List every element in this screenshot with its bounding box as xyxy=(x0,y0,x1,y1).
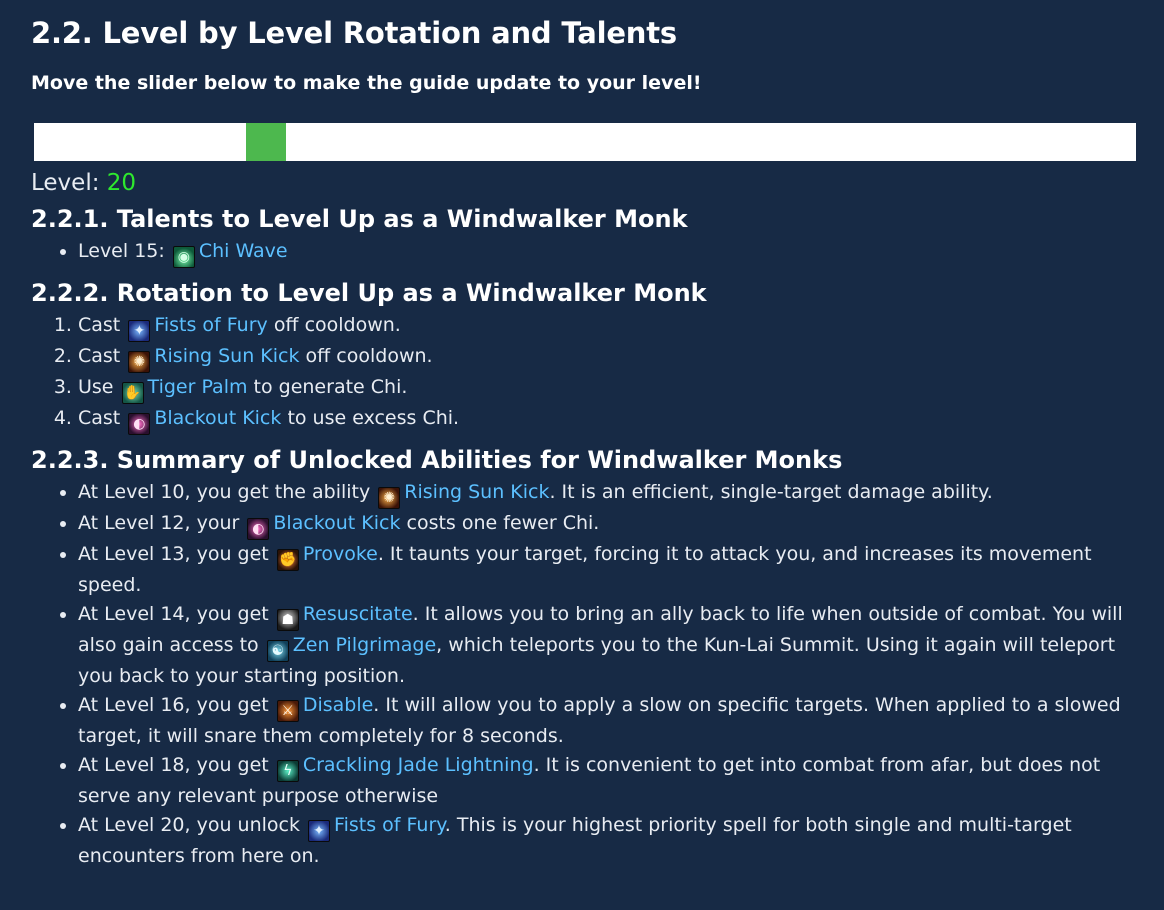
fists-of-fury-link[interactable]: Fists of Fury xyxy=(334,814,445,836)
fists-of-fury-link[interactable]: Fists of Fury xyxy=(154,314,267,336)
list-item: Use ✋Tiger Palm to generate Chi. xyxy=(78,373,1136,404)
item-text: At Level 18, you get xyxy=(78,754,269,776)
step-text: to use excess Chi. xyxy=(287,407,460,429)
item-text: At Level 13, you get xyxy=(78,543,269,565)
summary-list: At Level 10, you get the ability ✺Rising… xyxy=(31,478,1136,871)
step-text: to generate Chi. xyxy=(253,376,408,398)
talent-level-label: Level 15: xyxy=(78,240,165,262)
rising-sun-kick-link[interactable]: Rising Sun Kick xyxy=(404,481,549,503)
list-item: At Level 13, you get ✊Provoke. It taunts… xyxy=(78,540,1136,600)
item-text: At Level 12, your xyxy=(78,512,240,534)
rising-sun-kick-icon: ✺ xyxy=(128,351,151,373)
zen-pilgrimage-link[interactable]: Zen Pilgrimage xyxy=(293,634,436,656)
list-item: Cast ◐Blackout Kick to use excess Chi. xyxy=(78,404,1136,435)
fists-of-fury-icon: ✦ xyxy=(308,820,331,842)
resuscitate-icon: ☗ xyxy=(276,609,299,631)
chi-wave-icon: ◉ xyxy=(172,246,195,268)
rotation-list: Cast ✦Fists of Fury off cooldown. Cast ✺… xyxy=(31,311,1136,435)
list-item: At Level 16, you get ⚔Disable. It will a… xyxy=(78,691,1136,751)
chi-wave-link[interactable]: Chi Wave xyxy=(199,240,288,262)
guide-section: 2.2. Level by Level Rotation and Talents… xyxy=(0,0,1164,871)
provoke-icon: ✊ xyxy=(276,549,299,571)
tiger-palm-icon: ✋ xyxy=(121,382,144,404)
step-verb: Use xyxy=(78,376,114,398)
crackling-jade-lightning-link[interactable]: Crackling Jade Lightning xyxy=(303,754,534,776)
list-item: At Level 10, you get the ability ✺Rising… xyxy=(78,478,1136,509)
blackout-kick-icon: ◐ xyxy=(247,518,270,540)
level-label: Level: xyxy=(31,170,100,196)
crackling-jade-lightning-icon: ϟ xyxy=(276,760,299,782)
list-item: At Level 12, your ◐Blackout Kick costs o… xyxy=(78,509,1136,540)
step-text: off cooldown. xyxy=(273,314,401,336)
talents-list: Level 15: ◉Chi Wave xyxy=(31,237,1136,268)
resuscitate-link[interactable]: Resuscitate xyxy=(303,603,413,625)
step-verb: Cast xyxy=(78,345,121,367)
list-item: Cast ✺Rising Sun Kick off cooldown. xyxy=(78,342,1136,373)
list-item: Cast ✦Fists of Fury off cooldown. xyxy=(78,311,1136,342)
step-verb: Cast xyxy=(78,407,121,429)
blackout-kick-link[interactable]: Blackout Kick xyxy=(154,407,281,429)
item-text: . It is an efficient, single-target dama… xyxy=(549,481,993,503)
rotation-heading: 2.2.2. Rotation to Level Up as a Windwal… xyxy=(31,279,707,307)
list-item: Level 15: ◉Chi Wave xyxy=(78,237,1136,268)
item-text: At Level 14, you get xyxy=(78,603,269,625)
blackout-kick-icon: ◐ xyxy=(128,413,151,435)
section-title: 2.2. Level by Level Rotation and Talents xyxy=(31,16,677,50)
rising-sun-kick-icon: ✺ xyxy=(378,487,401,509)
zen-pilgrimage-icon: ☯ xyxy=(266,640,289,662)
talents-heading: 2.2.1. Talents to Level Up as a Windwalk… xyxy=(31,205,688,233)
list-item: At Level 14, you get ☗Resuscitate. It al… xyxy=(78,600,1136,691)
item-text: At Level 16, you get xyxy=(78,694,269,716)
disable-link[interactable]: Disable xyxy=(303,694,373,716)
provoke-link[interactable]: Provoke xyxy=(303,543,378,565)
step-text: off cooldown. xyxy=(305,345,433,367)
item-text: costs one fewer Chi. xyxy=(406,512,600,534)
fists-of-fury-icon: ✦ xyxy=(128,320,151,342)
summary-heading: 2.2.3. Summary of Unlocked Abilities for… xyxy=(31,446,843,474)
disable-icon: ⚔ xyxy=(276,700,299,722)
tiger-palm-link[interactable]: Tiger Palm xyxy=(148,376,248,398)
level-readout: Level: 20 xyxy=(31,167,1136,199)
list-item: At Level 18, you get ϟCrackling Jade Lig… xyxy=(78,751,1136,811)
rising-sun-kick-link[interactable]: Rising Sun Kick xyxy=(154,345,299,367)
level-value: 20 xyxy=(106,170,137,196)
item-text: At Level 10, you get the ability xyxy=(78,481,371,503)
step-verb: Cast xyxy=(78,314,121,336)
level-slider-thumb[interactable] xyxy=(246,123,286,161)
level-slider[interactable] xyxy=(34,123,1136,161)
list-item: At Level 20, you unlock ✦Fists of Fury. … xyxy=(78,811,1136,871)
blackout-kick-link[interactable]: Blackout Kick xyxy=(273,512,400,534)
slider-instructions: Move the slider below to make the guide … xyxy=(31,72,702,94)
item-text: At Level 20, you unlock xyxy=(78,814,300,836)
